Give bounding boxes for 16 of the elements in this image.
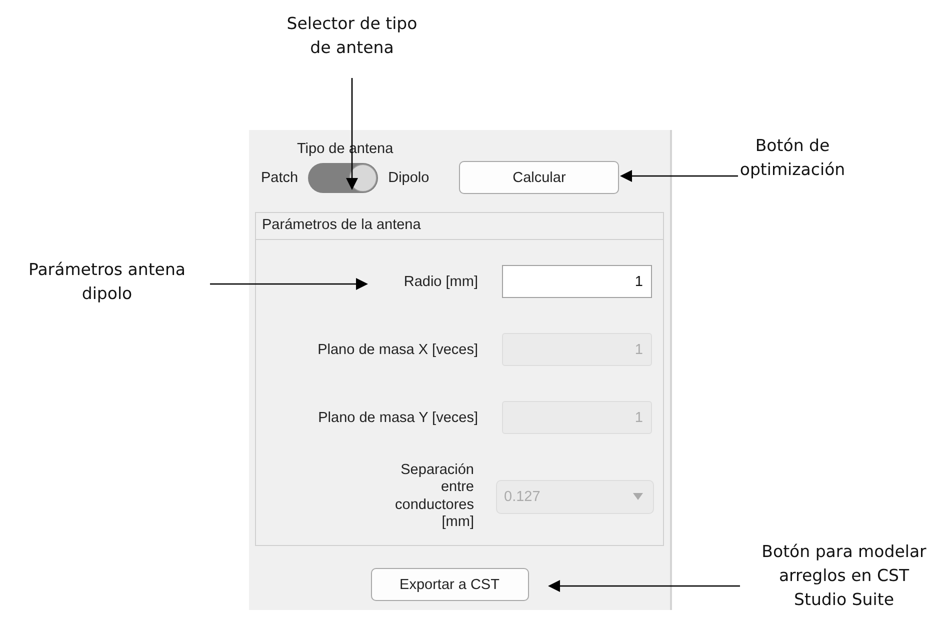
field-label: Separación entre conductores [mm]: [394, 462, 474, 532]
numeric-field[interactable]: 1: [502, 265, 652, 298]
panel-title: Parámetros de la antena: [256, 213, 663, 240]
export-button[interactable]: Exportar a CST: [370, 568, 528, 601]
caret-icon: [633, 493, 643, 500]
field-label: Radio [mm]: [404, 274, 478, 290]
switch-option: Dipolo: [388, 170, 430, 186]
annotation: Botón de optimización: [738, 135, 846, 181]
field-label: Plano de masa X [veces]: [318, 342, 478, 358]
annotation: Parámetros antena dipolo: [27, 259, 187, 305]
calculate-button[interactable]: Calcular: [459, 161, 620, 194]
annotation: Botón para modelar arreglos en CST Studio Suite: [760, 541, 928, 611]
switch-option: Patch: [261, 170, 298, 186]
toggle-switch[interactable]: [308, 163, 378, 193]
annotation: Selector de tipo de antena: [286, 13, 418, 59]
field-label: Plano de masa Y [veces]: [318, 410, 478, 426]
